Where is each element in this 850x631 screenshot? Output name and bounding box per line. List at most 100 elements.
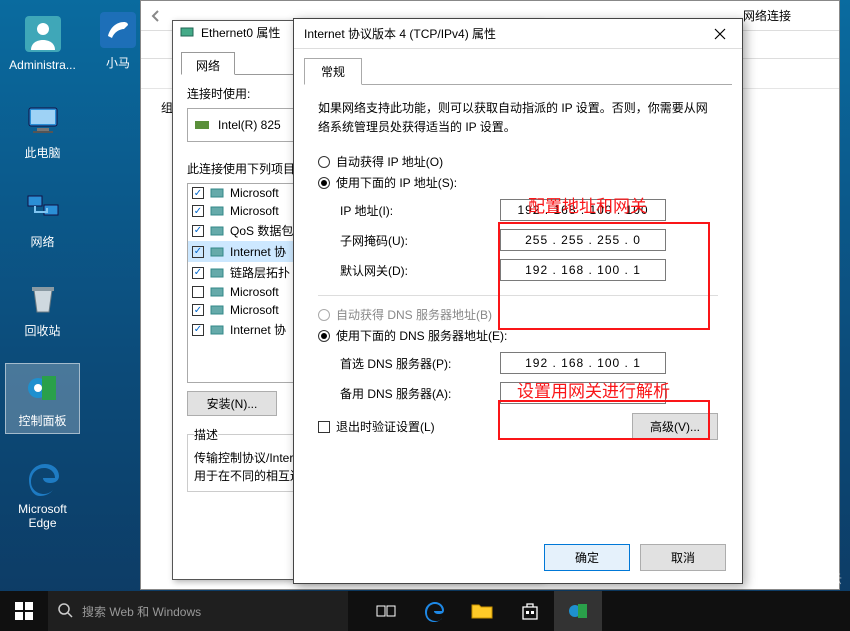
desc-legend: 描述: [194, 426, 218, 443]
annotation-box-2: [498, 400, 710, 440]
protocol-icon: [210, 224, 224, 238]
protocol-label: Internet 协: [230, 243, 286, 260]
annotation-2: 设置用网关进行解析: [517, 377, 670, 402]
radio-auto-ip[interactable]: 自动获得 IP 地址(O): [318, 153, 718, 170]
annotation-1: 配置地址和网关: [528, 192, 647, 217]
radio-icon: [318, 177, 330, 189]
desktop-icon-label: 网络: [30, 233, 54, 250]
start-button[interactable]: [0, 591, 48, 631]
taskbar-store[interactable]: [506, 591, 554, 631]
desktop-icon-edge[interactable]: Microsoft Edge: [5, 454, 80, 534]
adapter-name: Intel(R) 825: [218, 118, 281, 132]
radio-label: 使用下面的 IP 地址(S):: [336, 174, 457, 191]
pref-dns-label: 首选 DNS 服务器(P):: [340, 355, 500, 372]
checkbox-icon: ✓: [192, 267, 204, 279]
gateway-label: 默认网关(D):: [340, 262, 500, 279]
protocol-label: Microsoft: [230, 186, 279, 200]
taskbar-edge[interactable]: [410, 591, 458, 631]
taskview-button[interactable]: [362, 591, 410, 631]
checkbox-icon: ✓: [192, 225, 204, 237]
taskbar: 搜索 Web 和 Windows: [0, 591, 850, 631]
desktop-icon-admin[interactable]: Administra...: [5, 10, 80, 76]
taskbar-controlpanel[interactable]: [554, 591, 602, 631]
desktop-icon-recycle[interactable]: 回收站: [5, 274, 80, 343]
desktop-icon-label: 回收站: [24, 322, 60, 339]
preferred-dns-input[interactable]: 192 . 168 . 100 . 1: [500, 352, 666, 374]
user-icon: [23, 14, 63, 54]
nic-icon: [194, 117, 210, 133]
desktop-icon-label: Administra...: [9, 58, 76, 72]
ok-button[interactable]: 确定: [544, 544, 630, 571]
checkbox-icon: [192, 286, 204, 298]
install-button[interactable]: 安装(N)...: [187, 391, 277, 416]
window-title: Ethernet0 属性: [201, 24, 280, 41]
checkbox-icon: ✓: [192, 187, 204, 199]
ip-label: IP 地址(I):: [340, 202, 500, 219]
protocol-icon: [210, 285, 224, 299]
protocol-icon: [210, 266, 224, 280]
desktop-icon-label: 控制面板: [18, 412, 66, 429]
watermark: 亿速云: [774, 570, 844, 587]
tab-general[interactable]: 常规: [304, 58, 362, 85]
search-icon: [58, 603, 74, 619]
taskbar-explorer[interactable]: [458, 591, 506, 631]
checkbox-icon: [318, 421, 330, 433]
checkbox-icon: ✓: [192, 246, 204, 258]
ethernet-icon: [179, 24, 195, 40]
annotation-box-1: [498, 222, 710, 330]
desktop-icons: Administra... 此电脑 网络 回收站 控制面板: [5, 10, 80, 534]
alt-dns-label: 备用 DNS 服务器(A):: [340, 385, 500, 402]
protocol-label: Microsoft: [230, 204, 279, 218]
back-icon[interactable]: [149, 9, 163, 23]
desktop-icon-thispc[interactable]: 此电脑: [5, 96, 80, 165]
protocol-icon: [210, 323, 224, 337]
tab-network[interactable]: 网络: [181, 52, 235, 75]
protocol-icon: [210, 186, 224, 200]
control-panel-icon: [23, 368, 63, 408]
protocol-label: 链路层拓扑: [230, 264, 290, 281]
intro-text: 如果网络支持此功能，则可以获取自动指派的 IP 设置。否则，你需要从网络系统管理…: [318, 99, 718, 137]
control-panel-icon: [567, 602, 589, 620]
radio-label: 自动获得 DNS 服务器地址(B): [336, 306, 492, 323]
checkbox-icon: ✓: [192, 324, 204, 336]
protocol-icon: [210, 245, 224, 259]
desktop-icon-label: 此电脑: [24, 144, 60, 161]
desktop-icon-network[interactable]: 网络: [5, 185, 80, 254]
desktop-icon-label: 小马: [106, 54, 130, 71]
protocol-label: QoS 数据包: [230, 222, 293, 239]
mask-label: 子网掩码(U):: [340, 232, 500, 249]
windows-icon: [15, 602, 33, 620]
taskview-icon: [376, 603, 396, 619]
folder-icon: [471, 602, 493, 620]
checkbox-icon: ✓: [192, 304, 204, 316]
close-button[interactable]: [698, 19, 742, 49]
radio-icon: [318, 309, 330, 321]
radio-icon: [318, 156, 330, 168]
cancel-button[interactable]: 取消: [640, 544, 726, 571]
desktop-icon-xiaoma[interactable]: 小马: [88, 10, 148, 71]
radio-label: 自动获得 IP 地址(O): [336, 153, 443, 170]
explorer-title: 网络连接: [743, 7, 791, 24]
protocol-label: Microsoft: [230, 303, 279, 317]
store-icon: [520, 601, 540, 621]
edge-icon: [23, 458, 63, 498]
close-icon: [714, 28, 726, 40]
protocol-label: Microsoft: [230, 285, 279, 299]
checkbox-label: 退出时验证设置(L): [336, 418, 435, 435]
desktop-icon-controlpanel[interactable]: 控制面板: [5, 363, 80, 434]
desktop-icon-label: Microsoft Edge: [9, 502, 76, 530]
checkbox-icon: ✓: [192, 205, 204, 217]
app-icon: [98, 10, 138, 50]
search-placeholder: 搜索 Web 和 Windows: [82, 603, 201, 620]
protocol-icon: [210, 204, 224, 218]
protocol-icon: [210, 303, 224, 317]
dialog-title: Internet 协议版本 4 (TCP/IPv4) 属性: [304, 25, 496, 42]
pc-icon: [23, 100, 63, 140]
radio-label: 使用下面的 DNS 服务器地址(E):: [336, 327, 507, 344]
recycle-icon: [23, 278, 63, 318]
network-icon: [23, 189, 63, 229]
search-box[interactable]: 搜索 Web 和 Windows: [48, 591, 348, 631]
radio-manual-ip[interactable]: 使用下面的 IP 地址(S):: [318, 174, 718, 191]
radio-icon: [318, 330, 330, 342]
protocol-label: Internet 协: [230, 321, 286, 338]
